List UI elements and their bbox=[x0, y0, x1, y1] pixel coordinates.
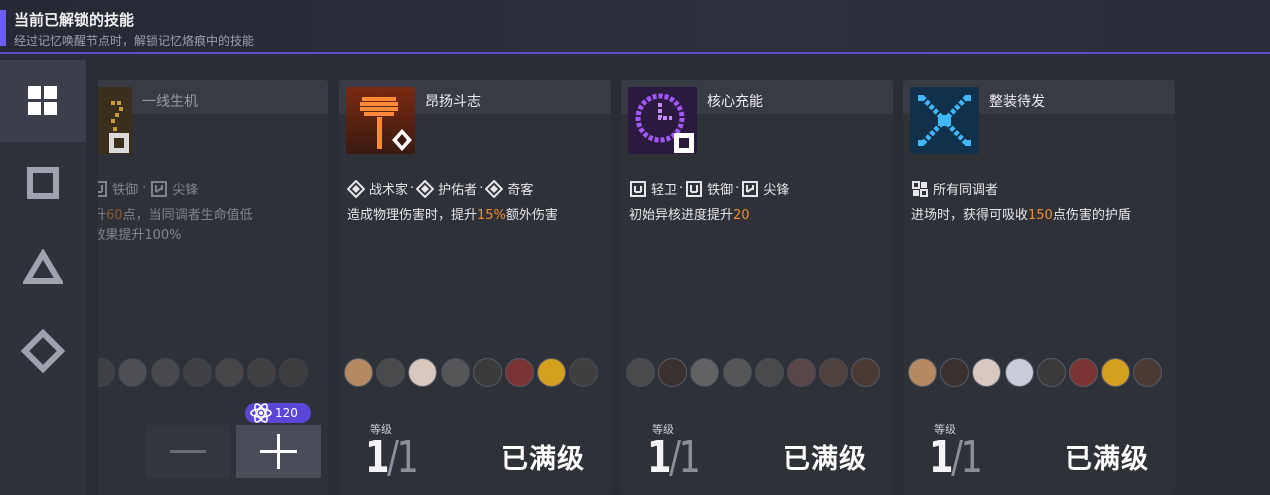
avatar bbox=[1101, 358, 1131, 387]
upgrade-cost-value: 120 bbox=[275, 406, 298, 420]
skill-card[interactable]: 核心充能 轻卫 · 铁御 · 尖锋 初始异核进度提升20 等级 1/1 已满级 bbox=[621, 80, 893, 495]
tag-label: 战术家 bbox=[369, 183, 409, 198]
avatar bbox=[150, 358, 180, 387]
header-accent-bar bbox=[0, 10, 6, 46]
tag-label: 所有同调者 bbox=[933, 183, 999, 198]
tag-label: 尖锋 bbox=[172, 183, 199, 198]
atom-currency-icon bbox=[250, 403, 272, 423]
iron-guard-icon bbox=[686, 180, 703, 197]
upgrade-cost-badge: 120 bbox=[245, 403, 311, 423]
skill-description: 初始异核进度提升20 bbox=[629, 208, 750, 223]
light-guard-icon bbox=[630, 180, 646, 197]
avatar bbox=[537, 358, 567, 387]
tag-label: 铁御 bbox=[707, 183, 734, 198]
skill-icon-lifeline bbox=[98, 87, 132, 154]
plus-icon bbox=[260, 434, 297, 469]
avatar bbox=[279, 358, 309, 387]
level-up-button[interactable] bbox=[236, 425, 321, 478]
avatar bbox=[98, 358, 116, 387]
avatar bbox=[1004, 358, 1034, 387]
skill-tags: 轻卫 · 铁御 · 尖锋 bbox=[98, 179, 198, 198]
avatar bbox=[786, 358, 816, 387]
avatar bbox=[658, 358, 688, 387]
max-level-status: 已满级 bbox=[783, 444, 867, 475]
skill-icon-axe bbox=[346, 87, 415, 154]
max-level-status: 已满级 bbox=[1065, 444, 1149, 475]
triangle-icon bbox=[23, 249, 63, 284]
tag-label: 护佑者 bbox=[438, 183, 478, 198]
skill-name: 昂扬斗志 bbox=[425, 94, 481, 110]
skill-description: 造成物理伤害时，提升15%额外伤害 bbox=[347, 208, 558, 223]
avatar bbox=[182, 358, 212, 387]
category-sidebar bbox=[0, 60, 86, 495]
page-title: 当前已解锁的技能 bbox=[14, 11, 135, 29]
iron-guard-icon bbox=[98, 180, 108, 197]
page-header: 当前已解锁的技能 经过记忆唤醒节点时，解锁记忆烙痕中的技能 bbox=[0, 0, 1270, 54]
avatar bbox=[376, 358, 406, 387]
avatar bbox=[118, 358, 148, 387]
protector-icon bbox=[416, 179, 435, 198]
avatar bbox=[1133, 358, 1163, 387]
max-level-status: 已满级 bbox=[501, 444, 585, 475]
avatar bbox=[408, 358, 438, 387]
level-value: 1/1 bbox=[929, 432, 983, 483]
skill-name: 核心充能 bbox=[707, 94, 763, 110]
avatar bbox=[569, 358, 599, 387]
avatar bbox=[626, 358, 655, 387]
tactician-icon bbox=[347, 179, 365, 198]
character-avatars bbox=[344, 358, 602, 387]
diamond-icon bbox=[21, 329, 65, 373]
tag-label: 尖锋 bbox=[763, 183, 790, 198]
avatar bbox=[504, 358, 534, 387]
all-resonators-icon bbox=[912, 180, 928, 197]
tag-label: 轻卫 bbox=[651, 183, 678, 198]
avatar bbox=[214, 358, 244, 387]
avatar bbox=[940, 358, 970, 387]
skill-name: 整装待发 bbox=[989, 94, 1045, 110]
character-avatars bbox=[98, 358, 312, 387]
level-value: 1/1 bbox=[647, 432, 701, 483]
avatar bbox=[908, 358, 937, 387]
skill-icon-core-charge bbox=[628, 87, 697, 154]
character-avatars bbox=[626, 358, 884, 387]
avatar bbox=[472, 358, 502, 387]
skill-tags: 所有同调者 bbox=[911, 179, 998, 198]
page-subtitle: 经过记忆唤醒节点时，解锁记忆烙痕中的技能 bbox=[14, 34, 255, 48]
card-header-strip bbox=[98, 80, 328, 114]
tab-diamond[interactable] bbox=[0, 310, 86, 392]
skill-tags: 轻卫 · 铁御 · 尖锋 bbox=[629, 179, 789, 198]
tag-label: 铁御 bbox=[112, 183, 139, 198]
avatar bbox=[851, 358, 881, 387]
avatar bbox=[1068, 358, 1098, 387]
level-value: 1/1 bbox=[365, 432, 419, 483]
avatar bbox=[972, 358, 1002, 387]
geek-icon bbox=[485, 179, 504, 198]
avatar bbox=[440, 358, 470, 387]
avatar bbox=[247, 358, 277, 387]
grid-icon bbox=[28, 86, 57, 115]
tab-square[interactable] bbox=[0, 142, 86, 224]
spearhead-icon bbox=[742, 180, 759, 197]
skill-tags: 战术家 · 护佑者 · 奇客 bbox=[347, 179, 533, 198]
spearhead-icon bbox=[151, 180, 168, 197]
square-icon bbox=[27, 167, 59, 199]
avatar bbox=[1036, 358, 1066, 387]
character-avatars bbox=[908, 358, 1166, 387]
tag-label: 奇客 bbox=[507, 183, 534, 198]
tab-all[interactable] bbox=[0, 60, 86, 142]
avatar bbox=[722, 358, 752, 387]
skill-description: 进场时，获得可吸收150点伤害的护盾 bbox=[911, 208, 1131, 223]
skill-icon-ready bbox=[910, 87, 979, 154]
avatar bbox=[344, 358, 373, 387]
avatar bbox=[819, 358, 849, 387]
skill-card[interactable]: 昂扬斗志 战术家 · 护佑者 · 奇客 造成物理伤害时，提升15%额外伤害 等级… bbox=[339, 80, 611, 495]
skill-description: 专精提升60点，当同调者生命值低 %时，效果提升100% bbox=[98, 208, 253, 243]
level-down-button[interactable] bbox=[146, 425, 230, 478]
tab-triangle[interactable] bbox=[0, 226, 86, 308]
avatar bbox=[690, 358, 720, 387]
skill-card[interactable]: 整装待发 所有同调者 进场时，获得可吸收150点伤害的护盾 等级 1/1 已满级 bbox=[903, 80, 1175, 495]
minus-icon bbox=[170, 450, 206, 453]
skill-name: 一线生机 bbox=[142, 94, 198, 110]
avatar bbox=[754, 358, 784, 387]
